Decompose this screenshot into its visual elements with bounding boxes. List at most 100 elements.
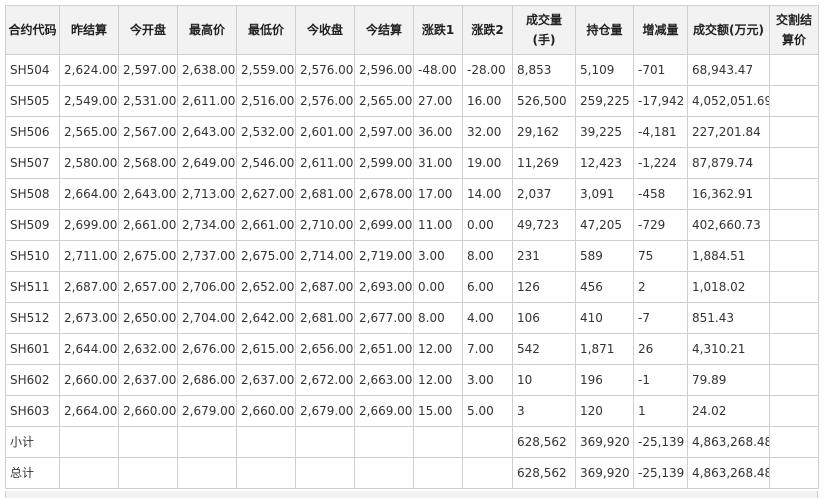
table-cell: 851.43 (687, 302, 770, 334)
table-cell: 2,611.00 (295, 147, 355, 179)
contract-code-cell: SH509 (5, 209, 60, 241)
table-cell: 0.00 (413, 271, 463, 303)
table-cell (118, 457, 178, 489)
table-cell (236, 457, 296, 489)
table-cell (769, 426, 819, 458)
table-cell: 14.00 (462, 178, 513, 210)
subtotal-row: 小计 628,562 369,920 -25,139 4,863,268.48 (5, 426, 819, 458)
table-cell: 1 (633, 395, 688, 427)
table-cell: 2,673.00 (59, 302, 119, 334)
table-cell: 2,568.00 (118, 147, 178, 179)
table-cell: 2,624.00 (59, 54, 119, 86)
table-cell: 2,706.00 (177, 271, 237, 303)
table-cell: -729 (633, 209, 688, 241)
table-cell: 4,863,268.48 (687, 426, 770, 458)
column-header: 今开盘 (118, 5, 178, 55)
table-cell: 2,037 (512, 178, 576, 210)
summary-label-cell: 小计 (5, 426, 60, 458)
table-cell: 196 (575, 364, 634, 396)
table-cell: 2,652.00 (236, 271, 296, 303)
table-cell: 2,713.00 (177, 178, 237, 210)
contract-code-cell: SH512 (5, 302, 60, 334)
table-cell (413, 426, 463, 458)
table-cell: 3.00 (413, 240, 463, 272)
table-cell: 2,597.00 (354, 116, 414, 148)
column-header: 今收盘 (295, 5, 355, 55)
futures-quote-table: 合约代码 昨结算 今开盘 最高价 最低价 今收盘 今结算 涨跌1 涨跌2 成交量(手) 持仓量 增减量… (5, 5, 819, 489)
table-cell: 8.00 (462, 240, 513, 272)
table-cell: 369,920 (575, 457, 634, 489)
table-cell: 2,516.00 (236, 85, 296, 117)
column-header: 交割结算价 (769, 5, 819, 55)
table-cell: 27.00 (413, 85, 463, 117)
table-cell: 2,710.00 (295, 209, 355, 241)
table-cell: 2,576.00 (295, 85, 355, 117)
table-cell: 1,871 (575, 333, 634, 365)
table-cell: 4,863,268.48 (687, 457, 770, 489)
table-cell: 2,699.00 (59, 209, 119, 241)
table-cell: 2,678.00 (354, 178, 414, 210)
table-cell: 2,644.00 (59, 333, 119, 365)
table-cell: 12.00 (413, 333, 463, 365)
table-cell (59, 457, 119, 489)
table-cell: 1,884.51 (687, 240, 770, 272)
table-cell: 2,637.00 (118, 364, 178, 396)
table-cell (354, 426, 414, 458)
table-cell: -1,224 (633, 147, 688, 179)
table-row: SH512 2,673.00 2,650.00 2,704.00 2,642.00 2,6… (5, 302, 819, 334)
table-cell: 2,567.00 (118, 116, 178, 148)
table-cell: -48.00 (413, 54, 463, 86)
table-cell: 2,649.00 (177, 147, 237, 179)
table-cell: 2,549.00 (59, 85, 119, 117)
table-cell: 2,632.00 (118, 333, 178, 365)
table-cell: -25,139 (633, 426, 688, 458)
table-cell (769, 395, 819, 427)
table-cell (769, 116, 819, 148)
table-cell: 227,201.84 (687, 116, 770, 148)
table-cell: 526,500 (512, 85, 576, 117)
table-cell: 2,676.00 (177, 333, 237, 365)
table-cell (177, 457, 237, 489)
table-cell: 2,660.00 (118, 395, 178, 427)
column-header: 成交量(手) (512, 5, 576, 55)
bottom-scroll-strip (5, 491, 818, 498)
table-cell: 2,686.00 (177, 364, 237, 396)
table-cell: 2,663.00 (354, 364, 414, 396)
table-cell: 2,737.00 (177, 240, 237, 272)
table-cell: 589 (575, 240, 634, 272)
table-cell: 231 (512, 240, 576, 272)
table-cell: 2,627.00 (236, 178, 296, 210)
table-cell: 2,664.00 (59, 395, 119, 427)
table-cell: 106 (512, 302, 576, 334)
table-cell: 2,650.00 (118, 302, 178, 334)
table-cell: 0.00 (462, 209, 513, 241)
table-row: SH603 2,664.00 2,660.00 2,679.00 2,660.00 2,6… (5, 395, 819, 427)
table-cell: 4.00 (462, 302, 513, 334)
futures-table-container: 合约代码 昨结算 今开盘 最高价 最低价 今收盘 今结算 涨跌1 涨跌2 成交量(手) 持仓量 增减量… (5, 5, 819, 489)
table-row: SH509 2,699.00 2,661.00 2,734.00 2,661.00 2,7… (5, 209, 819, 241)
table-row: SH602 2,660.00 2,637.00 2,686.00 2,637.00 2,6… (5, 364, 819, 396)
table-cell: 2,734.00 (177, 209, 237, 241)
table-cell: 628,562 (512, 457, 576, 489)
table-cell: 2,679.00 (177, 395, 237, 427)
table-cell: 8.00 (413, 302, 463, 334)
table-cell: 2,687.00 (59, 271, 119, 303)
table-cell (769, 54, 819, 86)
table-cell: 2,672.00 (295, 364, 355, 396)
table-cell: 2,704.00 (177, 302, 237, 334)
header-row: 合约代码 昨结算 今开盘 最高价 最低价 今收盘 今结算 涨跌1 涨跌2 成交量(手) 持仓量 增减量… (5, 5, 819, 55)
table-cell: 10 (512, 364, 576, 396)
total-row: 总计 628,562 369,920 -25,139 4,863,268.48 (5, 457, 819, 489)
table-cell: 402,660.73 (687, 209, 770, 241)
contract-code-cell: SH504 (5, 54, 60, 86)
table-cell (769, 147, 819, 179)
table-cell (769, 457, 819, 489)
column-header: 持仓量 (575, 5, 634, 55)
column-header: 最高价 (177, 5, 237, 55)
table-cell: 2,675.00 (236, 240, 296, 272)
table-cell: 2,651.00 (354, 333, 414, 365)
table-cell: 32.00 (462, 116, 513, 148)
table-cell: 75 (633, 240, 688, 272)
table-cell: 2,643.00 (177, 116, 237, 148)
table-cell: 11.00 (413, 209, 463, 241)
